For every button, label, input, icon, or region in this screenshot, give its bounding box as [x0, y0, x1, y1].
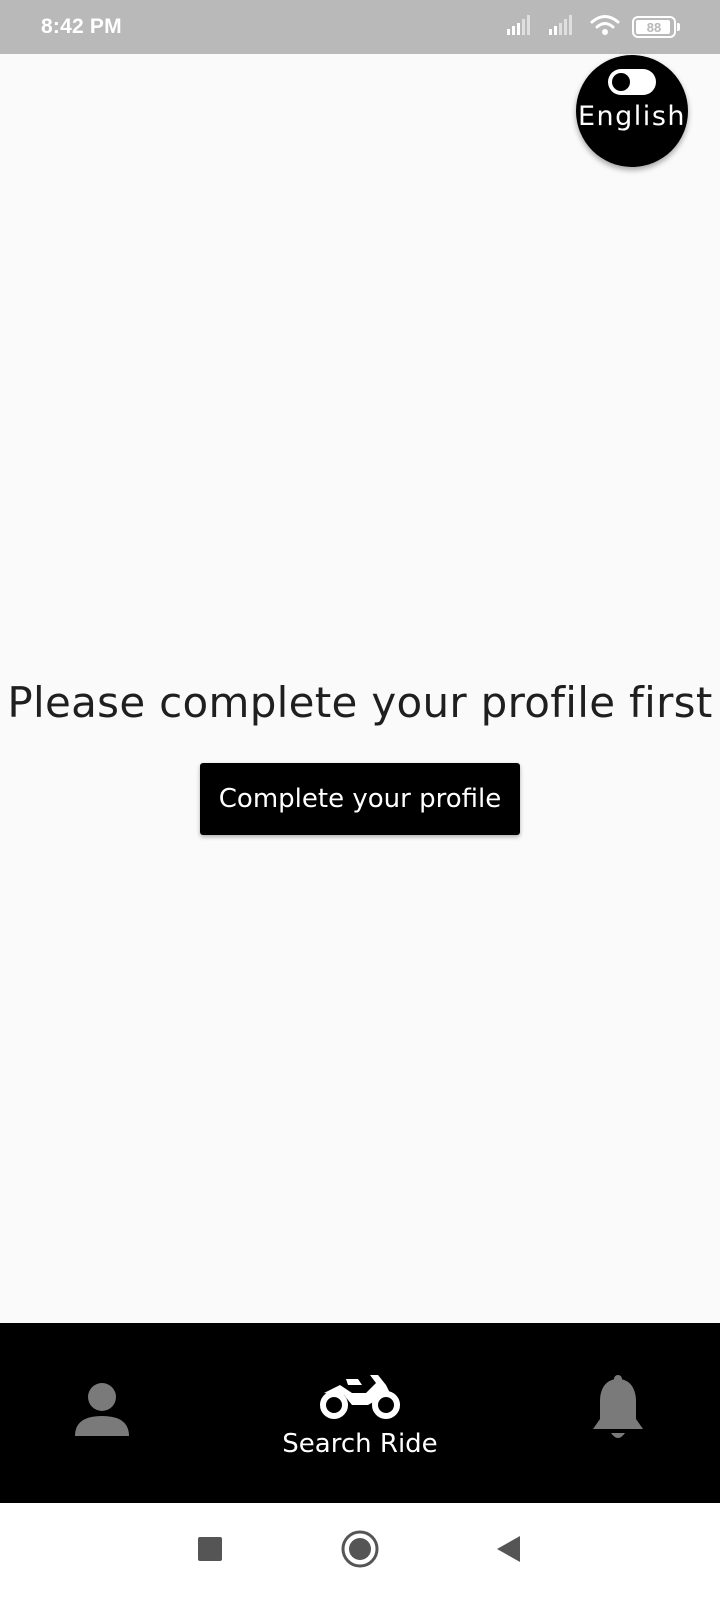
nav-label-search-ride: Search Ride	[282, 1429, 438, 1459]
home-circle-icon[interactable]	[336, 1525, 384, 1573]
language-label: English	[578, 101, 686, 132]
battery-level: 88	[646, 19, 662, 35]
battery-icon: 88	[632, 16, 680, 38]
nav-item-search-ride[interactable]: Search Ride	[260, 1323, 460, 1503]
nav-item-profile[interactable]	[62, 1323, 142, 1503]
wifi-icon	[590, 14, 620, 40]
toggle-icon	[608, 69, 656, 95]
profile-incomplete-message: Please complete your profile first	[7, 678, 713, 727]
status-icons: 88	[506, 14, 680, 40]
language-toggle-button[interactable]: English	[576, 55, 688, 167]
status-time: 8:42 PM	[41, 15, 122, 38]
status-bar: 8:42 PM 88	[0, 0, 720, 54]
recents-square-icon[interactable]	[186, 1525, 234, 1573]
person-icon	[73, 1380, 131, 1442]
bottom-nav: Search Ride	[0, 1323, 720, 1503]
back-triangle-icon[interactable]	[484, 1525, 532, 1573]
complete-profile-button[interactable]: Complete your profile	[200, 763, 520, 835]
nav-item-notifications[interactable]	[578, 1323, 658, 1503]
motorcycle-icon	[318, 1371, 402, 1425]
bell-icon	[588, 1375, 648, 1447]
signal-icon	[548, 14, 578, 40]
signal-icon	[506, 14, 536, 40]
system-nav-bar	[0, 1503, 720, 1600]
